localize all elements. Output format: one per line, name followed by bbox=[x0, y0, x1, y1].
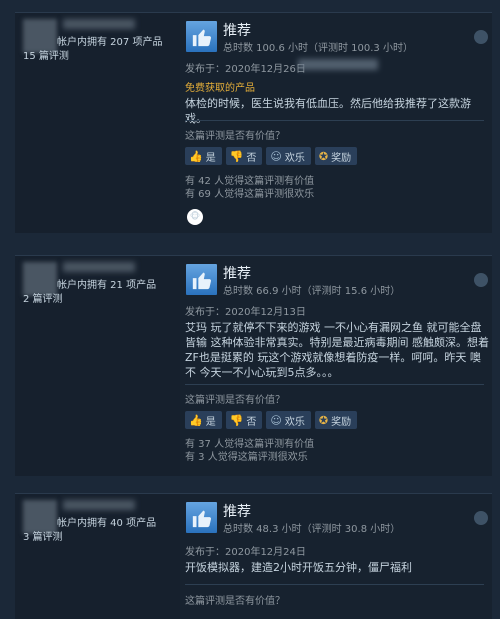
thumbs-up-icon: 👍 bbox=[189, 149, 203, 163]
helpful-question: 这篇评测是否有价值？ bbox=[185, 596, 285, 607]
vote-no-button[interactable]: 👎 否 bbox=[225, 147, 263, 165]
funny-count: 有 69 人觉得这篇评测很欢乐 bbox=[185, 189, 315, 200]
award-icon: ✪ bbox=[318, 413, 329, 427]
review-verdict: 推荐 bbox=[223, 266, 251, 282]
review-card-1: 帐户内拥有 207 项产品 15 篇评测 推荐 总时数 100.6 小时（评测时… bbox=[15, 12, 492, 233]
review-card-3: 帐户内拥有 40 项产品 3 篇评测 推荐 总时数 48.3 小时（评测时 30… bbox=[15, 493, 492, 619]
helpful-count: 有 37 人觉得这篇评测有价值 bbox=[185, 439, 315, 450]
author-name-redacted bbox=[63, 262, 135, 272]
author-products[interactable]: 帐户内拥有 21 项产品 bbox=[57, 276, 156, 291]
vote-funny-button[interactable]: ☺ 欢乐 bbox=[266, 411, 311, 429]
smiley-icon: ☺ bbox=[270, 413, 282, 427]
thumbs-up-icon: 👍 bbox=[189, 413, 203, 427]
review-card-2: 帐户内拥有 21 项产品 2 篇评测 推荐 总时数 66.9 小时（评测时 15… bbox=[15, 255, 492, 476]
funny-count: 有 3 人觉得这篇评测很欢乐 bbox=[185, 452, 308, 463]
author-name-redacted bbox=[63, 500, 135, 510]
posted-date: 发布于：2020年12月26日 bbox=[185, 64, 306, 75]
vote-no-button[interactable]: 👎 否 bbox=[225, 411, 263, 429]
vote-yes-button[interactable]: 👍 是 bbox=[185, 411, 222, 429]
author-reviews[interactable]: 2 篇评测 bbox=[23, 290, 63, 305]
free-product-tag: 免费获取的产品 bbox=[185, 83, 255, 94]
review-text: 艾玛 玩了就停不下来的游戏 一不小心有漏网之鱼 就可能全盘皆输 这种体验非常真实… bbox=[185, 321, 489, 379]
steam-icon bbox=[474, 273, 488, 287]
vote-buttons: 👍 是 👎 否 ☺ 欢乐 ✪ 奖励 bbox=[185, 411, 358, 429]
thumbs-up-icon bbox=[186, 264, 217, 295]
thumbs-up-icon bbox=[186, 21, 217, 52]
thumbs-down-icon: 👎 bbox=[229, 413, 244, 427]
thumbs-up-icon bbox=[186, 502, 217, 533]
review-content: 推荐 总时数 66.9 小时（评测时 15.6 小时） 发布于：2020年12月… bbox=[180, 256, 492, 476]
redacted-overlay bbox=[298, 59, 378, 70]
award-button[interactable]: ✪ 奖励 bbox=[314, 411, 358, 429]
vote-yes-button[interactable]: 👍 是 bbox=[185, 147, 222, 165]
review-text: 体检的时候，医生说我有低血压。然后他给我推荐了这款游戏。 bbox=[185, 97, 471, 125]
smiley-icon: ☺ bbox=[270, 149, 282, 163]
author-name-redacted bbox=[63, 19, 135, 29]
playtime: 总时数 100.6 小时（评测时 100.3 小时） bbox=[223, 43, 413, 54]
review-text: 开饭模拟器，建造2小时开饭五分钟，僵尸福利 bbox=[185, 561, 412, 574]
author-products[interactable]: 帐户内拥有 40 项产品 bbox=[57, 514, 156, 529]
steam-icon bbox=[474, 30, 488, 44]
award-button[interactable]: ✪ 奖励 bbox=[314, 147, 358, 165]
review-content: 推荐 总时数 100.6 小时（评测时 100.3 小时） 发布于：2020年1… bbox=[180, 13, 492, 233]
playtime: 总时数 48.3 小时（评测时 30.8 小时） bbox=[223, 524, 401, 535]
helpful-question: 这篇评测是否有价值？ bbox=[185, 131, 285, 142]
author-reviews[interactable]: 15 篇评测 bbox=[23, 47, 69, 62]
author-products[interactable]: 帐户内拥有 207 项产品 bbox=[57, 33, 162, 48]
author-reviews[interactable]: 3 篇评测 bbox=[23, 528, 63, 543]
divider bbox=[185, 384, 484, 385]
playtime: 总时数 66.9 小时（评测时 15.6 小时） bbox=[223, 286, 401, 297]
thumbs-down-icon: 👎 bbox=[229, 149, 244, 163]
review-verdict: 推荐 bbox=[223, 23, 251, 39]
helpful-count: 有 42 人觉得这篇评测有价值 bbox=[185, 176, 315, 187]
award-badge-icon[interactable]: 🐵 bbox=[187, 209, 203, 225]
review-verdict: 推荐 bbox=[223, 504, 251, 520]
steam-icon bbox=[474, 511, 488, 525]
award-icon: ✪ bbox=[318, 149, 329, 163]
vote-funny-button[interactable]: ☺ 欢乐 bbox=[266, 147, 311, 165]
posted-date: 发布于：2020年12月13日 bbox=[185, 307, 306, 318]
review-content: 推荐 总时数 48.3 小时（评测时 30.8 小时） 发布于：2020年12月… bbox=[180, 494, 492, 619]
divider bbox=[185, 584, 484, 585]
divider bbox=[185, 120, 484, 121]
vote-buttons: 👍 是 👎 否 ☺ 欢乐 ✪ 奖励 bbox=[185, 147, 358, 165]
helpful-question: 这篇评测是否有价值？ bbox=[185, 395, 285, 406]
posted-date: 发布于：2020年12月24日 bbox=[185, 547, 306, 558]
